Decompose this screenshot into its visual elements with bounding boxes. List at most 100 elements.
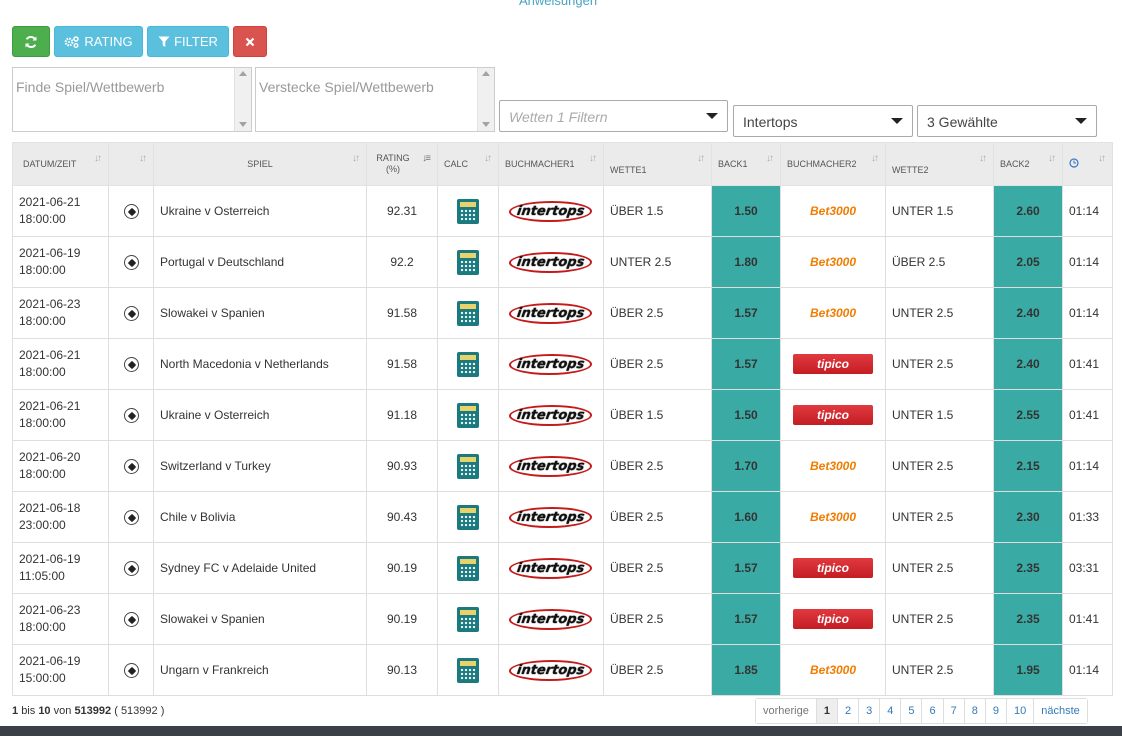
bet2-cell: UNTER 2.5 (885, 440, 994, 492)
date-cell: 2021-06-21 18:00:00 (12, 389, 109, 441)
col-header-date[interactable]: DATUM/ZEIT ↓↑ (12, 142, 109, 186)
calc-cell[interactable] (437, 542, 499, 594)
textarea-scrollbar[interactable] (477, 68, 494, 131)
pagination-page[interactable]: 6 (921, 699, 943, 723)
calc-cell[interactable] (437, 389, 499, 441)
table-row[interactable]: 2021-06-23 18:00:00 Slowakei v Spanien 90… (12, 593, 1113, 645)
col-header-age[interactable]: ↓↑ (1062, 142, 1113, 186)
textarea-scrollbar[interactable] (234, 68, 251, 131)
calc-cell[interactable] (437, 236, 499, 288)
table-row[interactable]: 2021-06-19 11:05:00 Sydney FC v Adelaide … (12, 542, 1113, 594)
bookmaker2-cell[interactable]: Bet3000 (780, 644, 886, 696)
pagination-page[interactable]: 8 (963, 699, 985, 723)
pagination-page[interactable]: 7 (942, 699, 964, 723)
filter-button-label: FILTER (174, 34, 218, 49)
pagination-prev[interactable]: vorherige (756, 699, 816, 723)
calc-cell[interactable] (437, 287, 499, 339)
back2-cell: 2.55 (993, 389, 1063, 441)
date-cell: 2021-06-21 18:00:00 (12, 338, 109, 390)
bookmaker1-cell[interactable]: intertops (498, 389, 604, 441)
table-row[interactable]: 2021-06-21 18:00:00 Ukraine v Osterreich … (12, 185, 1113, 237)
bookmaker1-cell[interactable]: intertops (498, 491, 604, 543)
col-header-calc[interactable]: CALC ↓↑ (437, 142, 499, 186)
age-cell: 01:14 (1062, 185, 1113, 237)
soccer-ball-icon (123, 662, 139, 678)
pagination-page[interactable]: 3 (858, 699, 880, 723)
filter-button[interactable]: FILTER (147, 26, 229, 57)
calc-cell[interactable] (437, 491, 499, 543)
calculator-icon[interactable] (457, 453, 479, 479)
col-header-sport[interactable]: ↓↑ (108, 142, 154, 186)
col-header-bookmaker2[interactable]: BUCHMACHER2 ↓↑ (780, 142, 886, 186)
pagination: vorherige 1 2 3 4 5 6 7 8 9 10 nächste (755, 698, 1088, 724)
calc-cell[interactable] (437, 338, 499, 390)
refresh-button[interactable] (12, 26, 50, 57)
sort-icon: ↓↑ (94, 153, 102, 164)
col-header-bet1[interactable]: WETTE1 ↓↑ (603, 142, 712, 186)
bookmaker1-cell[interactable]: intertops (498, 593, 604, 645)
table-row[interactable]: 2021-06-18 23:00:00 Chile v Bolivia 90.43… (12, 491, 1113, 543)
search-game-textarea[interactable]: Finde Spiel/Wettbewerb (12, 67, 252, 132)
calc-cell[interactable] (437, 440, 499, 492)
calculator-icon[interactable] (457, 555, 479, 581)
calc-cell[interactable] (437, 593, 499, 645)
calc-cell[interactable] (437, 644, 499, 696)
calculator-icon[interactable] (457, 249, 479, 275)
age-cell: 01:14 (1062, 287, 1113, 339)
bookmaker1-cell[interactable]: intertops (498, 236, 604, 288)
bookmaker1-cell[interactable]: intertops (498, 338, 604, 390)
clear-button[interactable] (233, 26, 267, 57)
calc-cell[interactable] (437, 185, 499, 237)
col-header-bookmaker1[interactable]: BUCHMACHER1 ↓↑ (498, 142, 604, 186)
bookmaker2-cell[interactable]: tipico (780, 389, 886, 441)
bookmaker1-cell[interactable]: intertops (498, 185, 604, 237)
bookmaker2-cell[interactable]: tipico (780, 542, 886, 594)
col-header-rating[interactable]: RATING (%) ↓≡ (366, 142, 438, 186)
bookmaker1-cell[interactable]: intertops (498, 440, 604, 492)
bookmaker1-cell[interactable]: intertops (498, 287, 604, 339)
calculator-icon[interactable] (457, 657, 479, 683)
calculator-icon[interactable] (457, 198, 479, 224)
table-row[interactable]: 2021-06-21 18:00:00 North Macedonia v Net… (12, 338, 1113, 390)
hide-game-textarea[interactable]: Verstecke Spiel/Wettbewerb (255, 67, 495, 132)
bookmaker2-cell[interactable]: Bet3000 (780, 440, 886, 492)
col-header-back2[interactable]: BACK2 ↓↑ (993, 142, 1063, 186)
bookmaker2-cell[interactable]: Bet3000 (780, 185, 886, 237)
rating-cell: 91.58 (366, 338, 438, 390)
table-row[interactable]: 2021-06-19 18:00:00 Portugal v Deutschlan… (12, 236, 1113, 288)
bookmaker2-cell[interactable]: Bet3000 (780, 287, 886, 339)
calculator-icon[interactable] (457, 300, 479, 326)
instructions-link[interactable]: Anweisungen (519, 0, 597, 8)
bookmaker2-cell[interactable]: tipico (780, 593, 886, 645)
calculator-icon[interactable] (457, 351, 479, 377)
table-row[interactable]: 2021-06-21 18:00:00 Ukraine v Osterreich … (12, 389, 1113, 441)
pagination-page[interactable]: 5 (900, 699, 922, 723)
calculator-icon[interactable] (457, 606, 479, 632)
bookmaker2-cell[interactable]: tipico (780, 338, 886, 390)
table-row[interactable]: 2021-06-20 18:00:00 Switzerland v Turkey … (12, 440, 1113, 492)
col-header-back1[interactable]: BACK1 ↓↑ (711, 142, 781, 186)
calculator-icon[interactable] (457, 504, 479, 530)
col-header-game[interactable]: SPIEL ↓↑ (153, 142, 367, 186)
calculator-icon[interactable] (457, 402, 479, 428)
pagination-next[interactable]: nächste (1033, 699, 1087, 723)
filter-icon (158, 36, 170, 48)
bookmaker1-cell[interactable]: intertops (498, 644, 604, 696)
table-row[interactable]: 2021-06-23 18:00:00 Slowakei v Spanien 91… (12, 287, 1113, 339)
bet2-cell: UNTER 2.5 (885, 542, 994, 594)
pagination-page[interactable]: 2 (836, 699, 859, 723)
multi-select[interactable]: 3 Gewählte (917, 105, 1097, 137)
bookmaker2-cell[interactable]: Bet3000 (780, 491, 886, 543)
rating-button[interactable]: RATING (54, 26, 143, 57)
col-header-bet2[interactable]: WETTE2 ↓↑ (885, 142, 994, 186)
bookmaker1-cell[interactable]: intertops (498, 542, 604, 594)
soccer-ball-icon (123, 254, 139, 270)
pagination-page[interactable]: 4 (879, 699, 901, 723)
bookmaker-select[interactable]: Intertops (733, 105, 913, 137)
bet-filter-select[interactable]: Wetten 1 Filtern (499, 100, 728, 132)
table-row[interactable]: 2021-06-19 15:00:00 Ungarn v Frankreich 9… (12, 644, 1113, 696)
pagination-page[interactable]: 9 (984, 699, 1006, 723)
bookmaker2-cell[interactable]: Bet3000 (780, 236, 886, 288)
pagination-page[interactable]: 10 (1005, 699, 1034, 723)
pagination-page[interactable]: 1 (815, 699, 837, 723)
